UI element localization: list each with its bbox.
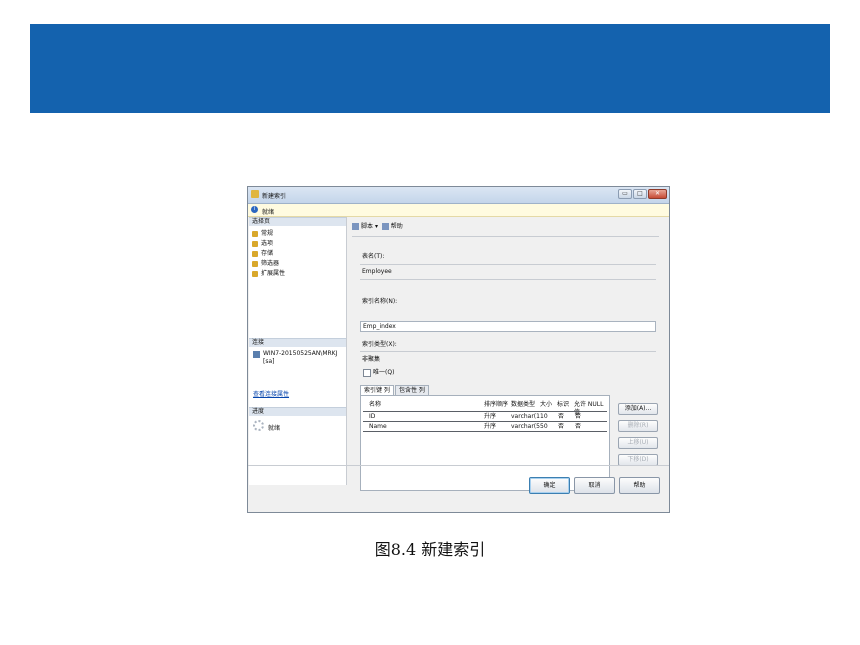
title-banner: [30, 24, 830, 113]
close-button[interactable]: ✕: [648, 189, 667, 199]
divider: [360, 351, 656, 352]
page-item-filter[interactable]: 筛选器: [252, 259, 279, 268]
select-page-heading: 选择页: [249, 217, 346, 226]
footer-divider: [248, 465, 669, 466]
cell-identity: 否: [558, 423, 565, 430]
figure-caption: 图8.4 新建索引: [374, 540, 486, 559]
left-pane: 选择页 常规 选项 存储 筛选器 扩展属性 连接 WIN7-20150525AN…: [249, 217, 347, 485]
index-type-value: 非聚集: [362, 356, 381, 363]
page-icon: [252, 240, 258, 247]
remove-button[interactable]: 删除(R): [618, 420, 658, 432]
cell-size: 50: [540, 423, 548, 430]
table-name-label: 表名(T):: [362, 253, 385, 260]
server-icon: [253, 351, 260, 358]
cancel-button[interactable]: 取消: [574, 477, 615, 494]
cell-sort-order: 升序: [484, 413, 497, 420]
toolbar-divider: [352, 236, 659, 237]
app-icon: [251, 190, 259, 198]
chevron-down-icon[interactable]: ▾: [375, 223, 378, 230]
column-header: 大小: [540, 401, 553, 408]
cell-data-type: varchar(5: [511, 423, 540, 430]
index-type-label: 索引类型(X):: [362, 341, 397, 348]
ok-button[interactable]: 确定: [529, 477, 570, 494]
help-button[interactable]: 帮助: [619, 477, 660, 494]
cell-data-type: varchar(1: [511, 413, 540, 420]
progress-status: 就绪: [268, 425, 281, 432]
table-name-value: Employee: [362, 268, 392, 275]
status-bar: i 就绪: [248, 204, 669, 217]
column-header: 名称: [369, 401, 382, 408]
add-button[interactable]: 添加(A)...: [618, 403, 658, 415]
divider: [360, 279, 656, 280]
unique-label: 唯一(Q): [373, 369, 395, 376]
index-name-input[interactable]: Emp_index: [360, 321, 656, 332]
connection-heading: 连接: [249, 338, 346, 347]
cell-name: Name: [369, 423, 387, 430]
cell-sort-order: 升序: [484, 423, 497, 430]
page-icon: [252, 230, 258, 237]
table-row[interactable]: ID 升序 varchar(1 10 否 否: [363, 412, 607, 421]
help-label: 帮助: [390, 223, 403, 230]
script-label: 脚本: [361, 223, 374, 230]
script-icon: [352, 223, 359, 230]
index-name-label: 索引名称(N):: [362, 298, 398, 305]
new-index-dialog: 新建索引 ▭ □ ✕ i 就绪 选择页 常规 选项 存储 筛选器 扩展属性 连接…: [247, 186, 670, 513]
page-item-extended-properties[interactable]: 扩展属性: [252, 269, 285, 278]
server-name: WIN7-20150525AN\MRKJ: [263, 350, 338, 357]
help-icon: [381, 223, 389, 230]
connection-user: [sa]: [263, 358, 275, 365]
cell-size: 10: [540, 413, 548, 420]
page-label: 存储: [261, 250, 274, 257]
status-text: 就绪: [262, 209, 275, 216]
cell-allow-null: 否: [575, 413, 582, 420]
script-button[interactable]: 脚本 ▾: [352, 223, 378, 230]
toolbar: 脚本 ▾ 帮助: [352, 222, 403, 232]
help-toolbar-button[interactable]: 帮助: [381, 223, 403, 230]
page-icon: [252, 260, 258, 267]
page-item-options[interactable]: 选项: [252, 239, 273, 248]
dialog-titlebar: 新建索引 ▭ □ ✕: [248, 187, 669, 204]
maximize-button[interactable]: □: [633, 189, 647, 199]
column-header: 标识: [557, 401, 570, 408]
progress-heading: 进度: [249, 407, 346, 416]
page-item-general[interactable]: 常规: [252, 229, 273, 238]
view-connection-properties-link[interactable]: 查看连接属性: [253, 389, 289, 398]
column-header: 排序顺序: [484, 401, 509, 408]
divider: [360, 264, 656, 265]
info-icon: i: [251, 206, 258, 213]
cell-allow-null: 否: [575, 423, 582, 430]
columns-grid: 名称 排序顺序 数据类型 大小 标识 允许 NULL 值 ID 升序 varch…: [360, 395, 610, 491]
connection-info: WIN7-20150525AN\MRKJ [sa]: [263, 350, 343, 366]
progress-spinner-icon: [253, 420, 264, 431]
move-up-button[interactable]: 上移(U): [618, 437, 658, 449]
unique-checkbox[interactable]: [363, 369, 371, 377]
page-label: 常规: [261, 230, 274, 237]
page-label: 扩展属性: [261, 270, 286, 277]
column-header: 数据类型: [511, 401, 536, 408]
dialog-title: 新建索引: [262, 193, 287, 200]
page-item-storage[interactable]: 存储: [252, 249, 273, 258]
page-label: 选项: [261, 240, 274, 247]
cell-name: ID: [369, 413, 376, 420]
page-label: 筛选器: [261, 260, 280, 267]
grid-divider: [363, 431, 607, 432]
right-pane: 脚本 ▾ 帮助 表名(T): Employee 索引名称(N): Emp_ind…: [348, 217, 669, 491]
tab-index-key-columns[interactable]: 索引键 列: [360, 385, 394, 395]
tab-included-columns[interactable]: 包含性 列: [395, 385, 429, 395]
cell-identity: 否: [558, 413, 565, 420]
minimize-button[interactable]: ▭: [618, 189, 632, 199]
table-row[interactable]: Name 升序 varchar(5 50 否 否: [363, 422, 607, 431]
page-icon: [252, 270, 258, 277]
page-icon: [252, 250, 258, 257]
